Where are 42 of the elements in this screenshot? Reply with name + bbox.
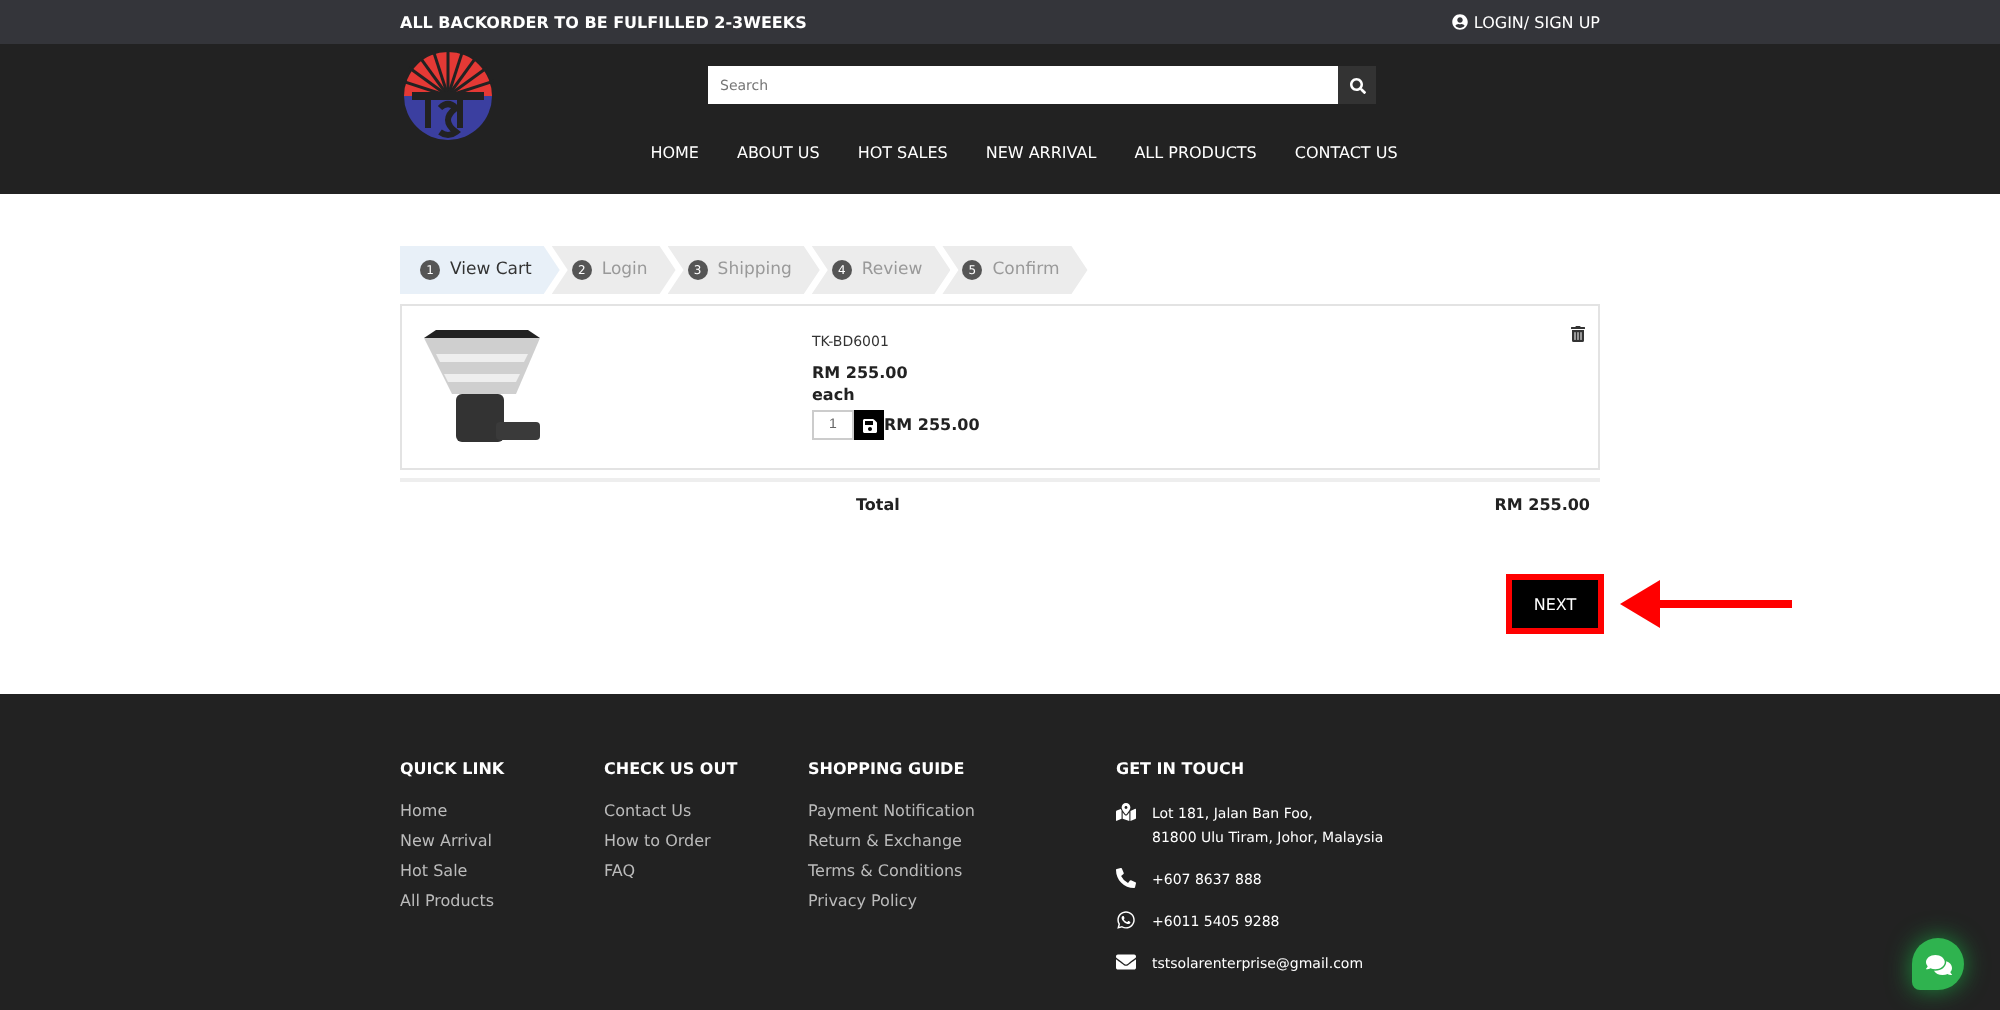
footer-heading: CHECK US OUT bbox=[604, 760, 740, 778]
nav-link[interactable]: HOT SALES bbox=[857, 144, 948, 162]
unit-price: RM 255.00 bbox=[812, 364, 910, 382]
nav-link[interactable]: ABOUT US bbox=[736, 144, 820, 162]
next-button[interactable]: NEXT bbox=[1506, 574, 1604, 634]
user-icon bbox=[1451, 14, 1468, 30]
footer-link[interactable]: New Arrival bbox=[400, 832, 604, 850]
nav-link[interactable]: HOME bbox=[650, 144, 699, 162]
footer-link[interactable]: Privacy Policy bbox=[808, 892, 1116, 910]
arrow-icon bbox=[1620, 578, 1796, 630]
delete-icon[interactable] bbox=[1570, 326, 1586, 342]
search-button[interactable] bbox=[1338, 66, 1376, 104]
nav-link[interactable]: NEW ARRIVAL bbox=[985, 144, 1097, 162]
phone-icon bbox=[1116, 868, 1136, 888]
backorder-notice: ALL BACKORDER TO BE FULFILLED 2-3WEEKS bbox=[400, 13, 807, 31]
nav-link[interactable]: ALL PRODUCTS bbox=[1134, 144, 1257, 162]
line-subtotal: RM 255.00 bbox=[884, 416, 980, 434]
footer-link[interactable]: Terms & Conditions bbox=[808, 862, 1116, 880]
footer-link[interactable]: All Products bbox=[400, 892, 604, 910]
footer-link[interactable]: Hot Sale bbox=[400, 862, 604, 880]
total-label: Total bbox=[856, 496, 900, 514]
footer-link[interactable]: How to Order bbox=[604, 832, 808, 850]
footer-heading: GET IN TOUCH bbox=[1116, 760, 1247, 778]
search-icon bbox=[1349, 77, 1365, 93]
price-unit: each bbox=[812, 386, 857, 404]
footer-link[interactable]: Contact Us bbox=[604, 802, 808, 820]
nav-link[interactable]: CONTACT US bbox=[1294, 144, 1398, 162]
footer-heading: SHOPPING GUIDE bbox=[808, 760, 967, 778]
chat-icon bbox=[1925, 951, 1951, 977]
total-amount: RM 255.00 bbox=[1494, 496, 1590, 514]
footer-link[interactable]: Return & Exchange bbox=[808, 832, 1116, 850]
whatsapp-icon bbox=[1116, 910, 1136, 930]
mail-icon bbox=[1116, 952, 1136, 972]
map-icon bbox=[1116, 802, 1136, 822]
footer-heading: QUICK LINK bbox=[400, 760, 507, 778]
footer-link[interactable]: Payment Notification bbox=[808, 802, 1116, 820]
logo-icon[interactable] bbox=[400, 48, 496, 144]
save-button[interactable] bbox=[854, 410, 884, 440]
footer-link[interactable]: Home bbox=[400, 802, 604, 820]
chat-button[interactable] bbox=[1912, 938, 1964, 990]
login-link[interactable]: LOGIN/ SIGN UP bbox=[1451, 13, 1600, 31]
footer-link[interactable]: FAQ bbox=[604, 862, 808, 880]
